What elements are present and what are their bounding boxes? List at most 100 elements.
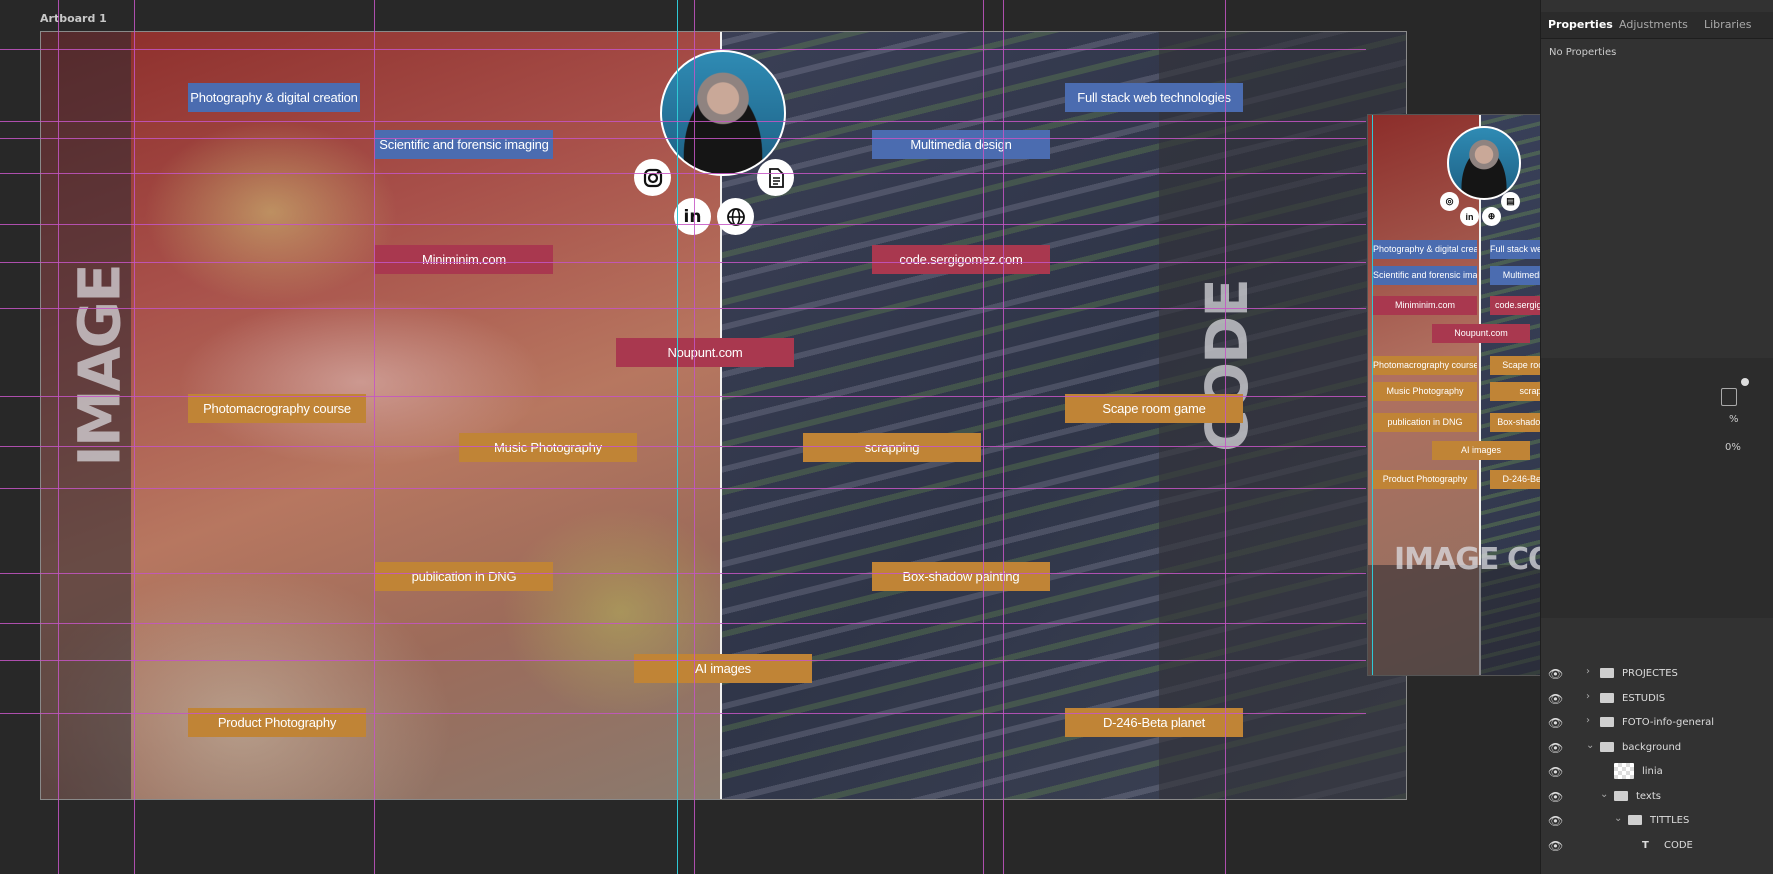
chevron-right-icon[interactable]: › xyxy=(1586,666,1590,677)
preview-tag: Product Photography xyxy=(1373,470,1477,489)
layer-row[interactable]: 👁 › PROJECTES xyxy=(1541,662,1773,687)
guide-center xyxy=(677,0,678,874)
properties-panel[interactable]: Properties Adjustments Libraries No Prop… xyxy=(1540,0,1773,874)
tag-noupunt[interactable]: Noupunt.com xyxy=(616,338,794,367)
chevron-down-icon[interactable]: ⌄ xyxy=(1586,740,1594,751)
guide-horizontal xyxy=(0,660,1366,661)
chevron-right-icon[interactable]: › xyxy=(1586,691,1590,702)
folder-icon xyxy=(1614,790,1628,801)
tag-music-photography[interactable]: Music Photography xyxy=(459,433,637,462)
eye-icon[interactable]: 👁 xyxy=(1548,839,1563,853)
folder-icon xyxy=(1600,692,1614,703)
no-properties-text: No Properties xyxy=(1549,47,1617,58)
tag-multimedia-design[interactable]: Multimedia design xyxy=(872,130,1050,159)
artboard-canvas[interactable]: IMAGE CODE Photography & digital creatio… xyxy=(40,31,1407,800)
tab-libraries[interactable]: Libraries xyxy=(1704,18,1752,31)
lock-icon[interactable] xyxy=(1721,388,1737,406)
tag-miniminim[interactable]: Miniminim.com xyxy=(375,245,553,274)
guide-horizontal xyxy=(0,262,1366,263)
tag-scape-room[interactable]: Scape room game xyxy=(1065,394,1243,423)
preview-tag: Scientific and forensic imaging xyxy=(1373,266,1477,285)
guide-horizontal xyxy=(0,623,1366,624)
layer-row[interactable]: 👁 ⌄ background xyxy=(1541,736,1773,761)
preview-tag: Miniminim.com xyxy=(1373,296,1477,315)
folder-icon xyxy=(1600,741,1614,752)
eye-icon[interactable]: 👁 xyxy=(1548,716,1563,730)
eye-icon[interactable]: 👁 xyxy=(1548,741,1563,755)
guide-vertical xyxy=(58,0,59,874)
tag-scientific-imaging[interactable]: Scientific and forensic imaging xyxy=(375,130,553,159)
preview-tag: publication in DNG xyxy=(1373,413,1477,432)
guide-vertical xyxy=(694,0,695,874)
guide-horizontal xyxy=(0,713,1366,714)
instagram-icon[interactable] xyxy=(634,159,671,196)
guide-horizontal xyxy=(0,308,1366,309)
layer-name: texts xyxy=(1636,790,1661,802)
layer-thumbnail-icon xyxy=(1614,763,1634,779)
title-code: CODE xyxy=(1192,280,1261,452)
dot-indicator xyxy=(1741,378,1749,386)
preview-tag: AI images xyxy=(1432,441,1530,460)
tag-fullstack[interactable]: Full stack web technologies xyxy=(1065,83,1243,112)
document-icon: ▤ xyxy=(1501,192,1520,211)
eye-icon[interactable]: 👁 xyxy=(1548,667,1563,681)
guide-horizontal xyxy=(0,446,1366,447)
fill-percent: 0% xyxy=(1725,442,1741,453)
panel-tabs: Properties Adjustments Libraries xyxy=(1541,12,1773,39)
linkedin-icon[interactable]: in xyxy=(674,198,711,235)
profile-avatar[interactable] xyxy=(660,50,786,176)
globe-icon[interactable] xyxy=(717,198,754,235)
layer-row[interactable]: 👁 ⌄ texts xyxy=(1541,785,1773,810)
guide-vertical xyxy=(374,0,375,874)
guide-horizontal xyxy=(0,396,1366,397)
preview-title-image: IMAGE xyxy=(1394,542,1499,577)
eye-icon[interactable]: 👁 xyxy=(1548,790,1563,804)
eye-icon[interactable]: 👁 xyxy=(1548,692,1563,706)
layer-name: FOTO-info-general xyxy=(1622,717,1715,728)
preview-tag: Noupunt.com xyxy=(1432,324,1530,343)
layer-row[interactable]: 👁 ⌄ TITTLES xyxy=(1541,809,1773,834)
tag-ai-images[interactable]: AI images xyxy=(634,654,812,683)
layer-name: linia xyxy=(1642,766,1663,777)
guide-vertical xyxy=(1003,0,1004,874)
tag-photomacro-course[interactable]: Photomacrography course xyxy=(188,394,366,423)
tab-adjustments[interactable]: Adjustments xyxy=(1619,18,1688,31)
tag-code-site[interactable]: code.sergigomez.com xyxy=(872,245,1050,274)
folder-icon xyxy=(1600,717,1614,727)
layer-name: background xyxy=(1622,741,1682,753)
chevron-down-icon[interactable]: ⌄ xyxy=(1600,789,1608,800)
opacity-value[interactable]: % xyxy=(1729,414,1773,430)
opacity-percent: % xyxy=(1729,414,1739,425)
layer-row[interactable]: 👁 › ESTUDIS xyxy=(1541,687,1773,712)
fill-value[interactable]: 0% xyxy=(1725,442,1770,458)
folder-icon xyxy=(1628,815,1642,825)
layer-row[interactable]: 👁 linia xyxy=(1541,760,1773,785)
chevron-down-icon[interactable]: ⌄ xyxy=(1614,813,1622,824)
layer-name: TITTLES xyxy=(1650,815,1690,826)
eye-icon[interactable]: 👁 xyxy=(1548,814,1563,828)
preview-tag: Music Photography xyxy=(1373,382,1477,401)
title-image: IMAGE xyxy=(65,265,134,467)
artboard-label[interactable]: Artboard 1 xyxy=(40,12,107,25)
tag-dng-publication[interactable]: publication in DNG xyxy=(375,562,553,591)
tag-photography[interactable]: Photography & digital creation xyxy=(188,83,360,112)
layer-row[interactable]: 👁 T CODE xyxy=(1541,834,1773,859)
layers-toolbar-area xyxy=(1541,358,1773,618)
guide-horizontal xyxy=(0,49,1366,50)
tag-scrapping[interactable]: scrapping xyxy=(803,433,981,462)
globe-icon: ⊕ xyxy=(1482,207,1501,226)
guide-vertical xyxy=(134,0,135,874)
folder-icon xyxy=(1600,668,1614,678)
guide-horizontal xyxy=(0,573,1366,574)
text-layer-icon: T xyxy=(1642,839,1649,851)
document-icon[interactable] xyxy=(757,159,794,196)
guide-horizontal xyxy=(0,138,1366,139)
eye-icon[interactable]: 👁 xyxy=(1548,765,1563,779)
layer-row[interactable]: 👁 › FOTO-info-general xyxy=(1541,711,1773,736)
preview-tag: Photomacrography course xyxy=(1373,356,1477,375)
chevron-right-icon[interactable]: › xyxy=(1586,715,1590,726)
tab-properties[interactable]: Properties xyxy=(1548,18,1613,31)
preview-guide xyxy=(1372,115,1373,675)
tag-box-shadow[interactable]: Box-shadow painting xyxy=(872,562,1050,591)
layer-name: ESTUDIS xyxy=(1622,692,1666,704)
